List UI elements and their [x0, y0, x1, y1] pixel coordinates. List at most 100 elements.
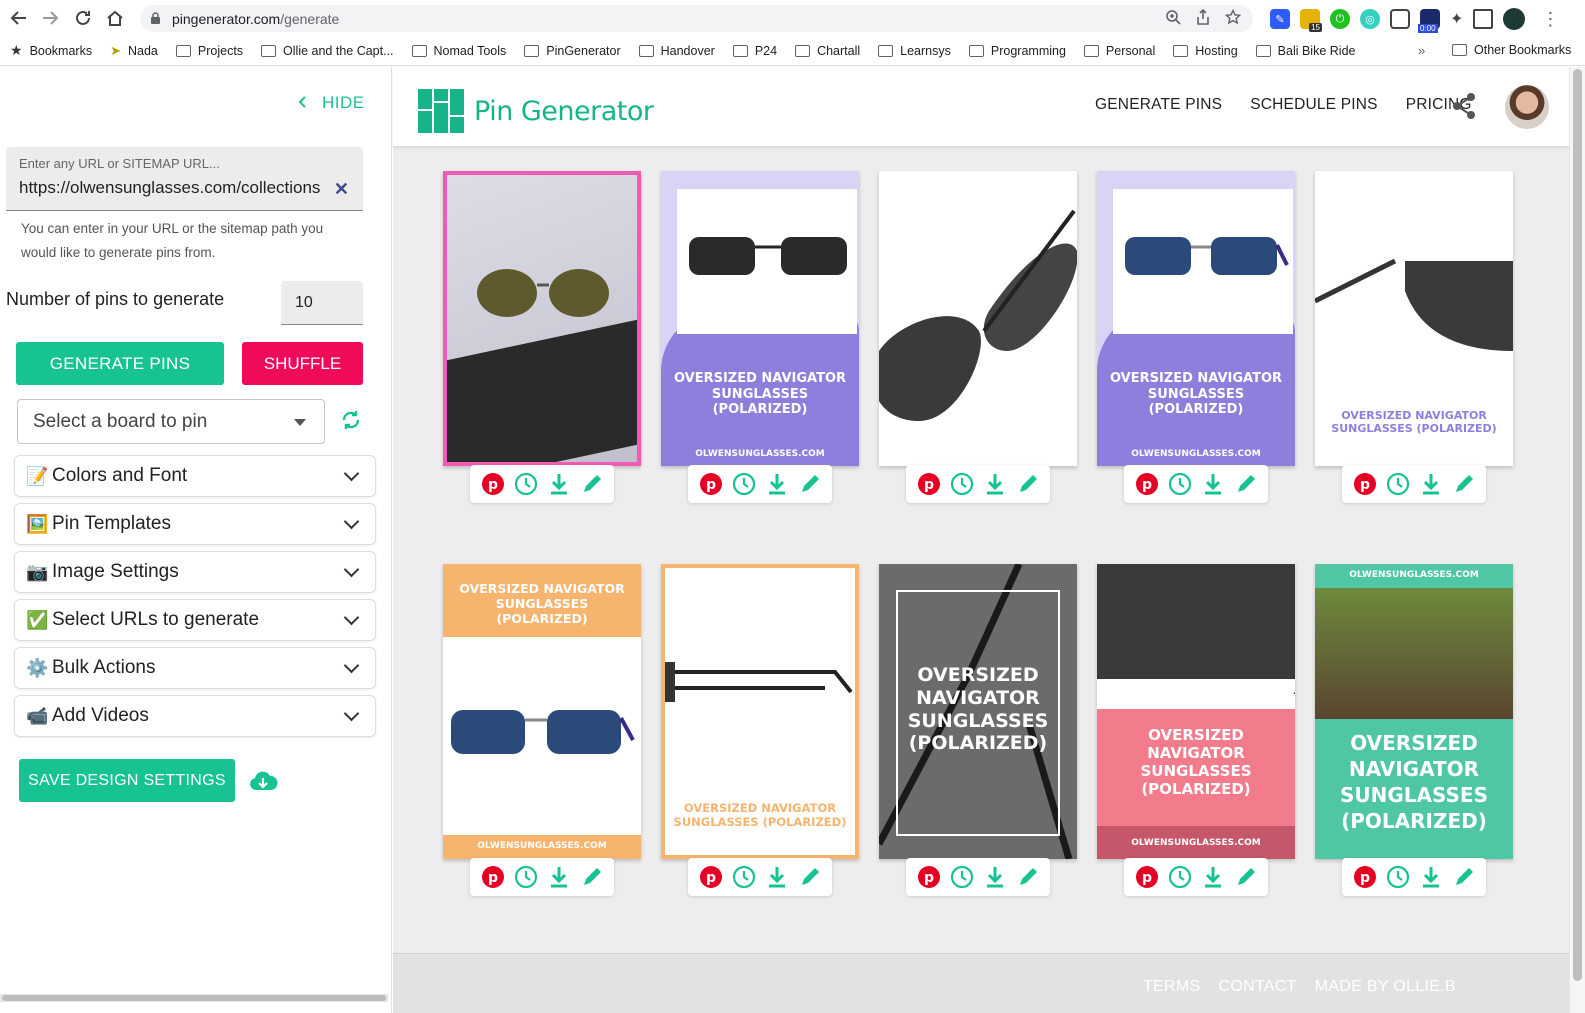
board-select[interactable]: Select a board to pin — [17, 399, 325, 444]
pin-card[interactable] — [879, 171, 1077, 466]
download-icon[interactable] — [1419, 865, 1443, 889]
clock-icon[interactable] — [1168, 865, 1192, 889]
download-icon[interactable] — [1201, 472, 1225, 496]
bookmark-item[interactable]: ★ Bookmarks — [10, 42, 92, 59]
download-icon[interactable] — [765, 472, 789, 496]
edit-icon[interactable] — [1452, 472, 1476, 496]
clock-icon[interactable] — [950, 472, 974, 496]
pinterest-icon[interactable]: p — [917, 472, 941, 496]
zoom-icon[interactable] — [1165, 9, 1181, 29]
pinterest-icon[interactable]: p — [699, 472, 723, 496]
bookmark-star-icon[interactable] — [1224, 8, 1242, 29]
reload-icon[interactable] — [68, 3, 98, 33]
sidepanel-icon[interactable] — [1473, 9, 1494, 29]
bookmark-folder[interactable]: Ollie and the Capt... — [261, 44, 394, 58]
bookmarks-overflow[interactable]: » — [1418, 43, 1425, 58]
forward-icon[interactable] — [35, 3, 65, 33]
puzzle-icon[interactable]: ✦ — [1450, 9, 1463, 29]
download-icon[interactable] — [547, 472, 571, 496]
scrollbar-thumb[interactable] — [1573, 69, 1582, 981]
download-icon[interactable] — [1201, 865, 1225, 889]
bookmark-folder[interactable]: Programming — [968, 44, 1066, 58]
back-icon[interactable] — [4, 3, 34, 33]
pin-card[interactable]: OVERSIZED NAVIGATOR SUNGLASSES (POLARIZE… — [661, 171, 859, 466]
edit-icon[interactable] — [580, 472, 604, 496]
bookmark-folder[interactable]: Chartall — [795, 44, 860, 58]
clock-icon[interactable] — [732, 472, 756, 496]
pin-card[interactable]: OVERSIZED NAVIGATOR SUNGLASSES (POLARIZE… — [661, 564, 859, 859]
pin-card[interactable]: OVERSIZED NAVIGATOR SUNGLASSES (POLARIZE… — [879, 564, 1077, 859]
generate-pins-button[interactable]: GENERATE PINS — [16, 342, 224, 385]
pen-extension-icon[interactable]: ✎ — [1270, 9, 1290, 29]
accordion-colors-font[interactable]: 📝 Colors and Font — [14, 455, 376, 497]
clock-icon[interactable] — [732, 865, 756, 889]
clock-icon[interactable] — [514, 865, 538, 889]
profile-icon[interactable] — [1503, 8, 1526, 30]
bookmark-folder[interactable]: Personal — [1083, 44, 1155, 58]
download-icon[interactable] — [983, 865, 1007, 889]
accordion-select-urls[interactable]: ✅ Select URLs to generate — [14, 599, 376, 641]
pin-card[interactable]: OLWENSUNGLASSES.COM OVERSIZED NAVIGATOR … — [1315, 564, 1513, 859]
shuffle-button[interactable]: SHUFFLE — [242, 342, 363, 385]
refresh-icon[interactable] — [339, 408, 363, 437]
nav-generate-pins[interactable]: GENERATE PINS — [1095, 96, 1222, 114]
timer-extension-icon[interactable]: 0:00 — [1418, 9, 1440, 33]
pinterest-icon[interactable]: p — [481, 472, 505, 496]
download-icon[interactable] — [1419, 472, 1443, 496]
edit-icon[interactable] — [1234, 472, 1258, 496]
menu-icon[interactable]: ⋮ — [1541, 9, 1559, 30]
edit-icon[interactable] — [1452, 865, 1476, 889]
edit-icon[interactable] — [798, 865, 822, 889]
clock-icon[interactable] — [1168, 472, 1192, 496]
footer-terms-link[interactable]: TERMS — [1143, 978, 1201, 996]
hide-sidebar-button[interactable]: HIDE — [298, 93, 365, 113]
pinterest-icon[interactable]: p — [917, 865, 941, 889]
clear-icon[interactable]: ✕ — [334, 179, 349, 200]
edit-icon[interactable] — [1234, 865, 1258, 889]
share-icon[interactable] — [1451, 92, 1477, 125]
home-icon[interactable] — [100, 3, 130, 33]
clock-icon[interactable] — [514, 472, 538, 496]
bookmark-folder[interactable]: Nomad Tools — [411, 44, 506, 58]
user-avatar[interactable] — [1505, 85, 1549, 129]
pinterest-icon[interactable]: p — [1135, 472, 1159, 496]
pinterest-icon[interactable]: p — [481, 865, 505, 889]
bookmark-folder[interactable]: Bali Bike Ride — [1255, 44, 1355, 58]
pinterest-icon[interactable]: p — [1353, 865, 1377, 889]
pip-extension-icon[interactable] — [1390, 9, 1410, 29]
cloud-download-icon[interactable] — [248, 770, 278, 797]
footer-contact-link[interactable]: CONTACT — [1219, 978, 1297, 996]
accordion-pin-templates[interactable]: 🖼️ Pin Templates — [14, 503, 376, 545]
bookmark-folder[interactable]: Learnsys — [878, 44, 951, 58]
accordion-bulk-actions[interactable]: ⚙️ Bulk Actions — [14, 647, 376, 689]
download-icon[interactable] — [547, 865, 571, 889]
url-input-value[interactable]: https://olwensunglasses.com/collections — [19, 178, 329, 198]
clock-icon[interactable] — [1386, 865, 1410, 889]
page-scrollbar[interactable] — [1569, 67, 1585, 1013]
clock-icon[interactable] — [950, 865, 974, 889]
edit-icon[interactable] — [798, 472, 822, 496]
other-bookmarks[interactable]: Other Bookmarks — [1452, 43, 1571, 57]
pinterest-icon[interactable]: p — [1135, 865, 1159, 889]
bookmark-item[interactable]: ➤ Nada — [110, 43, 158, 59]
bookmark-folder[interactable]: PinGenerator — [524, 44, 621, 58]
sidebar-scrollbar[interactable] — [0, 994, 388, 1002]
pinterest-icon[interactable]: p — [1353, 472, 1377, 496]
pin-card[interactable] — [443, 171, 641, 466]
accordion-add-videos[interactable]: 📹 Add Videos — [14, 695, 376, 737]
badge-extension-icon[interactable]: 15 — [1300, 9, 1322, 32]
edit-icon[interactable] — [580, 865, 604, 889]
pin-card[interactable]: OVERSIZED NAVIGATOR SUNGLASSES (POLARIZE… — [1097, 171, 1295, 466]
bookmark-folder[interactable]: P24 — [732, 44, 777, 58]
clock-icon[interactable] — [1386, 472, 1410, 496]
share-page-icon[interactable] — [1195, 8, 1211, 29]
address-bar[interactable]: pingenerator.com/generate — [140, 5, 1253, 32]
pin-count-input[interactable]: 10 — [281, 281, 363, 325]
pin-card[interactable]: OVERSIZED NAVIGATOR SUNGLASSES (POLARIZE… — [1097, 564, 1295, 859]
edit-icon[interactable] — [1016, 865, 1040, 889]
bookmark-folder[interactable]: Hosting — [1173, 44, 1238, 58]
color-extension-icon[interactable]: ◎ — [1360, 9, 1380, 29]
download-icon[interactable] — [983, 472, 1007, 496]
scrollbar-thumb[interactable] — [2, 995, 386, 1001]
pin-card[interactable]: OVERSIZED NAVIGATOR SUNGLASSES (POLARIZE… — [443, 564, 641, 859]
